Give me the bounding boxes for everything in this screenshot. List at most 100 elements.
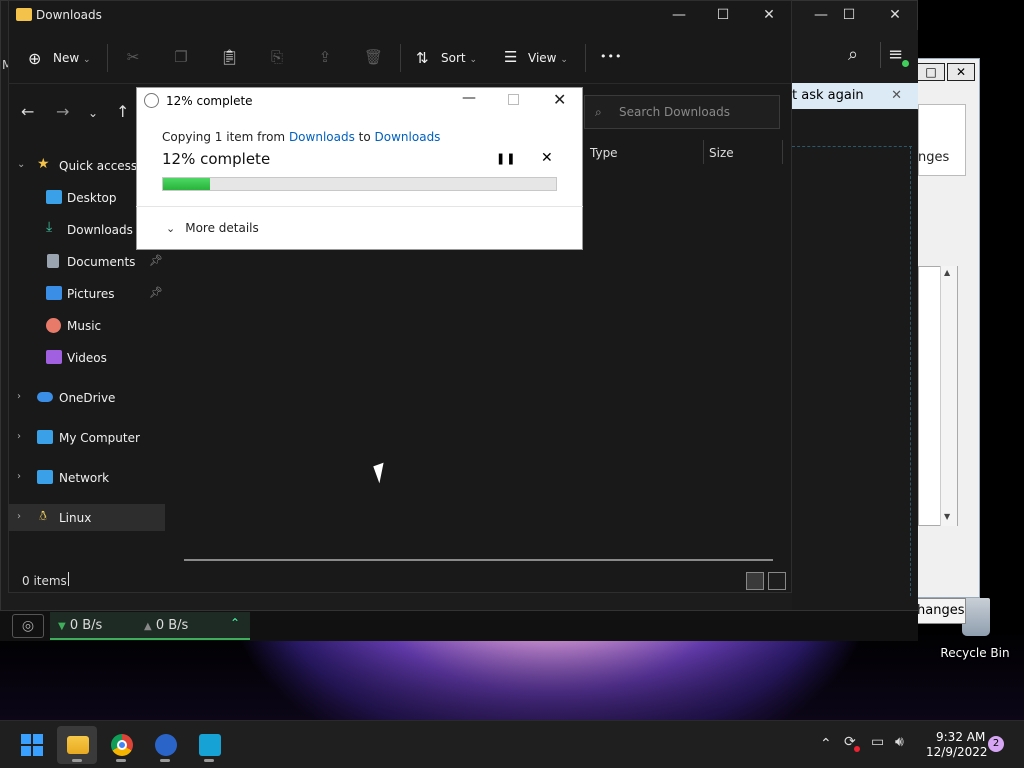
chevron-down-icon: ⌄ — [83, 55, 91, 65]
toolbar-divider — [585, 44, 586, 72]
delete-icon[interactable]: 🗑︎ — [364, 48, 383, 66]
pin-icon[interactable]: 📌︎ — [149, 254, 163, 267]
background-dialog-scrollbar[interactable]: ▲ ▼ — [940, 266, 957, 526]
taskbar-remote-desktop[interactable] — [189, 726, 229, 764]
toolbar-divider — [400, 44, 401, 72]
paste-icon[interactable]: 📋︎ — [220, 48, 239, 66]
sidebar-item-network[interactable]: › Network — [9, 462, 165, 492]
bg-close-icon[interactable]: ✕ — [872, 0, 918, 30]
sidebar-item-videos[interactable]: Videos — [9, 342, 165, 372]
upload-arrow-icon: ▲ — [144, 621, 152, 632]
chevron-right-icon[interactable]: › — [17, 391, 21, 402]
search-input[interactable]: ⌕ Search Downloads — [584, 95, 780, 129]
share-icon[interactable]: ⇪ — [316, 48, 334, 66]
new-button[interactable]: New ⌄ — [53, 51, 91, 65]
maximize-icon[interactable]: □ — [917, 63, 945, 81]
panel-guide — [910, 146, 911, 596]
dialog-maximize-icon — [508, 94, 519, 105]
globe-icon — [155, 734, 177, 756]
pause-icon[interactable]: ❚❚ — [496, 152, 516, 165]
clock-time[interactable]: 9:32 AM — [936, 730, 985, 744]
notice-close-icon[interactable]: ✕ — [891, 83, 902, 109]
search-icon[interactable]: ⌕ — [848, 44, 858, 65]
sidebar-item-onedrive[interactable]: › OneDrive — [9, 382, 165, 412]
expand-caret-icon[interactable]: ⌃ — [230, 616, 240, 630]
sidebar-item-linux[interactable]: › 🐧︎ Linux — [9, 504, 165, 531]
sidebar-item-my-computer[interactable]: › My Computer — [9, 422, 165, 452]
linux-icon: 🐧︎ — [39, 509, 48, 524]
view-button-label: View — [528, 51, 557, 65]
details-view-icon[interactable] — [746, 572, 764, 590]
taskbar-file-explorer[interactable] — [57, 726, 97, 764]
chevron-down-icon: ⌄ — [560, 55, 568, 65]
cancel-copy-icon[interactable]: ✕ — [541, 150, 553, 166]
running-indicator — [204, 759, 214, 762]
view-button[interactable]: View ⌄ — [528, 51, 568, 65]
pin-icon[interactable]: 📌︎ — [149, 286, 163, 299]
minimize-icon[interactable]: — — [656, 0, 702, 30]
chevron-right-icon[interactable]: › — [17, 471, 21, 482]
item-count: 0 items — [22, 574, 67, 588]
back-arrow-icon[interactable]: ← — [21, 102, 34, 121]
panel-guide — [792, 146, 912, 147]
sidebar-item-music[interactable]: Music — [9, 310, 165, 340]
download-arrow-icon: ▼ — [58, 621, 66, 632]
remote-desktop-icon — [199, 734, 221, 756]
maximize-icon[interactable]: ☐ — [700, 0, 746, 30]
notification-badge[interactable]: 2 — [988, 736, 1004, 752]
progress-bar-fill — [163, 178, 210, 190]
bg-maximize-icon[interactable]: ☐ — [826, 0, 872, 30]
progress-bar-track — [162, 177, 557, 191]
forward-arrow-icon[interactable]: → — [56, 102, 69, 121]
rename-icon[interactable]: ⎘ — [268, 48, 286, 66]
download-icon: ⤓ — [46, 219, 53, 235]
source-folder-link[interactable]: Downloads — [289, 130, 355, 144]
column-divider[interactable] — [782, 140, 783, 164]
chevron-down-icon[interactable]: ⌄ — [17, 159, 25, 170]
sidebar-item-pictures[interactable]: Pictures 📌︎ — [9, 278, 165, 308]
column-header-size[interactable]: Size — [709, 146, 734, 160]
dialog-minimize-icon[interactable]: — — [462, 90, 476, 106]
taskbar-chrome[interactable] — [101, 726, 141, 764]
toolbar-divider — [107, 44, 108, 72]
close-icon[interactable]: ✕ — [947, 63, 975, 81]
sort-button[interactable]: Sort ⌄ — [441, 51, 477, 65]
more-options-icon[interactable]: ••• — [600, 50, 622, 63]
taskbar-network-app[interactable] — [145, 726, 185, 764]
chevron-right-icon[interactable]: › — [17, 431, 21, 442]
folder-icon — [16, 8, 32, 21]
start-button[interactable] — [11, 726, 51, 764]
apply-changes-button[interactable]: hanges — [912, 598, 966, 624]
sidebar-item-label: Downloads — [67, 223, 133, 237]
display-icon[interactable]: ▭ — [871, 734, 884, 750]
chevron-right-icon[interactable]: › — [17, 511, 21, 522]
close-icon[interactable]: ✕ — [746, 0, 792, 30]
scroll-up-icon[interactable]: ▲ — [944, 268, 950, 277]
dont-ask-again-text: t ask again — [792, 88, 864, 103]
destination-folder-link[interactable]: Downloads — [375, 130, 441, 144]
column-header-type[interactable]: Type — [590, 146, 618, 160]
windows-logo-icon — [21, 734, 43, 756]
up-arrow-icon[interactable]: ↑ — [116, 102, 129, 121]
clock-date[interactable]: 12/9/2022 — [926, 745, 988, 759]
documents-icon — [47, 254, 59, 268]
show-hidden-icons-icon[interactable]: ⌃ — [820, 736, 832, 752]
large-icons-view-icon[interactable] — [768, 572, 786, 590]
sort-button-label: Sort — [441, 51, 466, 65]
dont-ask-again-notice[interactable]: t ask again ✕ — [792, 83, 918, 109]
recent-locations-icon[interactable]: ⌄ — [88, 106, 98, 120]
sidebar-item-label: OneDrive — [59, 391, 116, 405]
horizontal-scrollbar[interactable] — [184, 559, 773, 561]
column-divider[interactable] — [703, 140, 704, 164]
more-details-button[interactable]: ⌄ More details — [166, 221, 259, 235]
volume-icon[interactable]: 🔊︎ — [895, 734, 904, 750]
cut-icon[interactable]: ✂ — [124, 48, 142, 66]
file-explorer-icon — [67, 736, 89, 754]
scroll-down-icon[interactable]: ▼ — [944, 512, 950, 521]
copy-icon[interactable]: ❐ — [172, 48, 190, 66]
wallpaper-tint — [0, 630, 1024, 720]
sidebar-item-documents[interactable]: Documents 📌︎ — [9, 246, 165, 276]
speed-meter-icon[interactable]: ◎ — [12, 614, 44, 638]
dialog-close-icon[interactable]: ✕ — [553, 90, 566, 109]
hamburger-menu-icon[interactable]: ≡ — [888, 44, 903, 65]
